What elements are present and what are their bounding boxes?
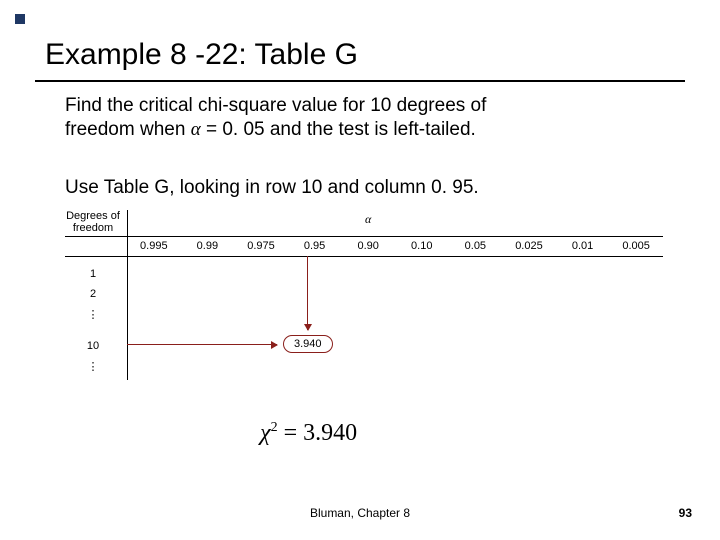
arrow-down-icon: [307, 256, 308, 330]
footer-source: Bluman, Chapter 8: [0, 506, 720, 520]
col-8: 0.01: [556, 240, 610, 252]
table-rule-top: [65, 236, 663, 237]
problem-statement: Find the critical chi-square value for 1…: [65, 94, 665, 142]
col-4: 0.90: [341, 240, 395, 252]
alpha-symbol: α: [191, 119, 201, 140]
highlighted-critical-value: 3.940: [283, 335, 333, 353]
problem-line1a: Find the critical chi-square value for 1…: [65, 95, 486, 116]
col-3: 0.95: [288, 240, 342, 252]
df-row-10: 10: [65, 340, 121, 352]
col-9: 0.005: [609, 240, 663, 252]
problem-line1b-prefix: freedom when: [65, 119, 191, 140]
chi-symbol: χ: [260, 420, 271, 446]
corner-bullet-icon: [15, 14, 25, 24]
col-1: 0.99: [181, 240, 235, 252]
arrow-right-icon: [127, 344, 277, 345]
col-7: 0.025: [502, 240, 556, 252]
slide-title: Example 8 -22: Table G: [45, 38, 358, 72]
df-header-line2: freedom: [73, 222, 113, 234]
title-underline: [35, 80, 685, 82]
result-equation: χ2 = 3.940: [260, 420, 357, 447]
chi-square-table: Degrees of freedom α 0.995 0.99 0.975 0.…: [65, 210, 665, 390]
table-column-headers: 0.995 0.99 0.975 0.95 0.90 0.10 0.05 0.0…: [127, 240, 663, 252]
df-row-dots-2: ⋮: [65, 360, 121, 373]
problem-line1b-suffix: = 0. 05 and the test is left-tailed.: [201, 119, 476, 140]
df-row-2: 2: [65, 288, 121, 300]
df-header: Degrees of freedom: [65, 210, 121, 234]
df-header-line1: Degrees of: [66, 210, 120, 222]
equation-rhs: = 3.940: [278, 420, 358, 446]
col-2: 0.975: [234, 240, 288, 252]
chi-exponent: 2: [271, 420, 278, 435]
col-5: 0.10: [395, 240, 449, 252]
table-rule-under-headers: [65, 256, 663, 257]
instruction-line: Use Table G, looking in row 10 and colum…: [65, 176, 665, 200]
page-number: 93: [679, 506, 692, 520]
col-6: 0.05: [449, 240, 503, 252]
col-0: 0.995: [127, 240, 181, 252]
df-row-1: 1: [65, 268, 121, 280]
slide: Example 8 -22: Table G Find the critical…: [0, 0, 720, 540]
df-row-dots-1: ⋮: [65, 308, 121, 321]
alpha-header: α: [365, 212, 371, 227]
